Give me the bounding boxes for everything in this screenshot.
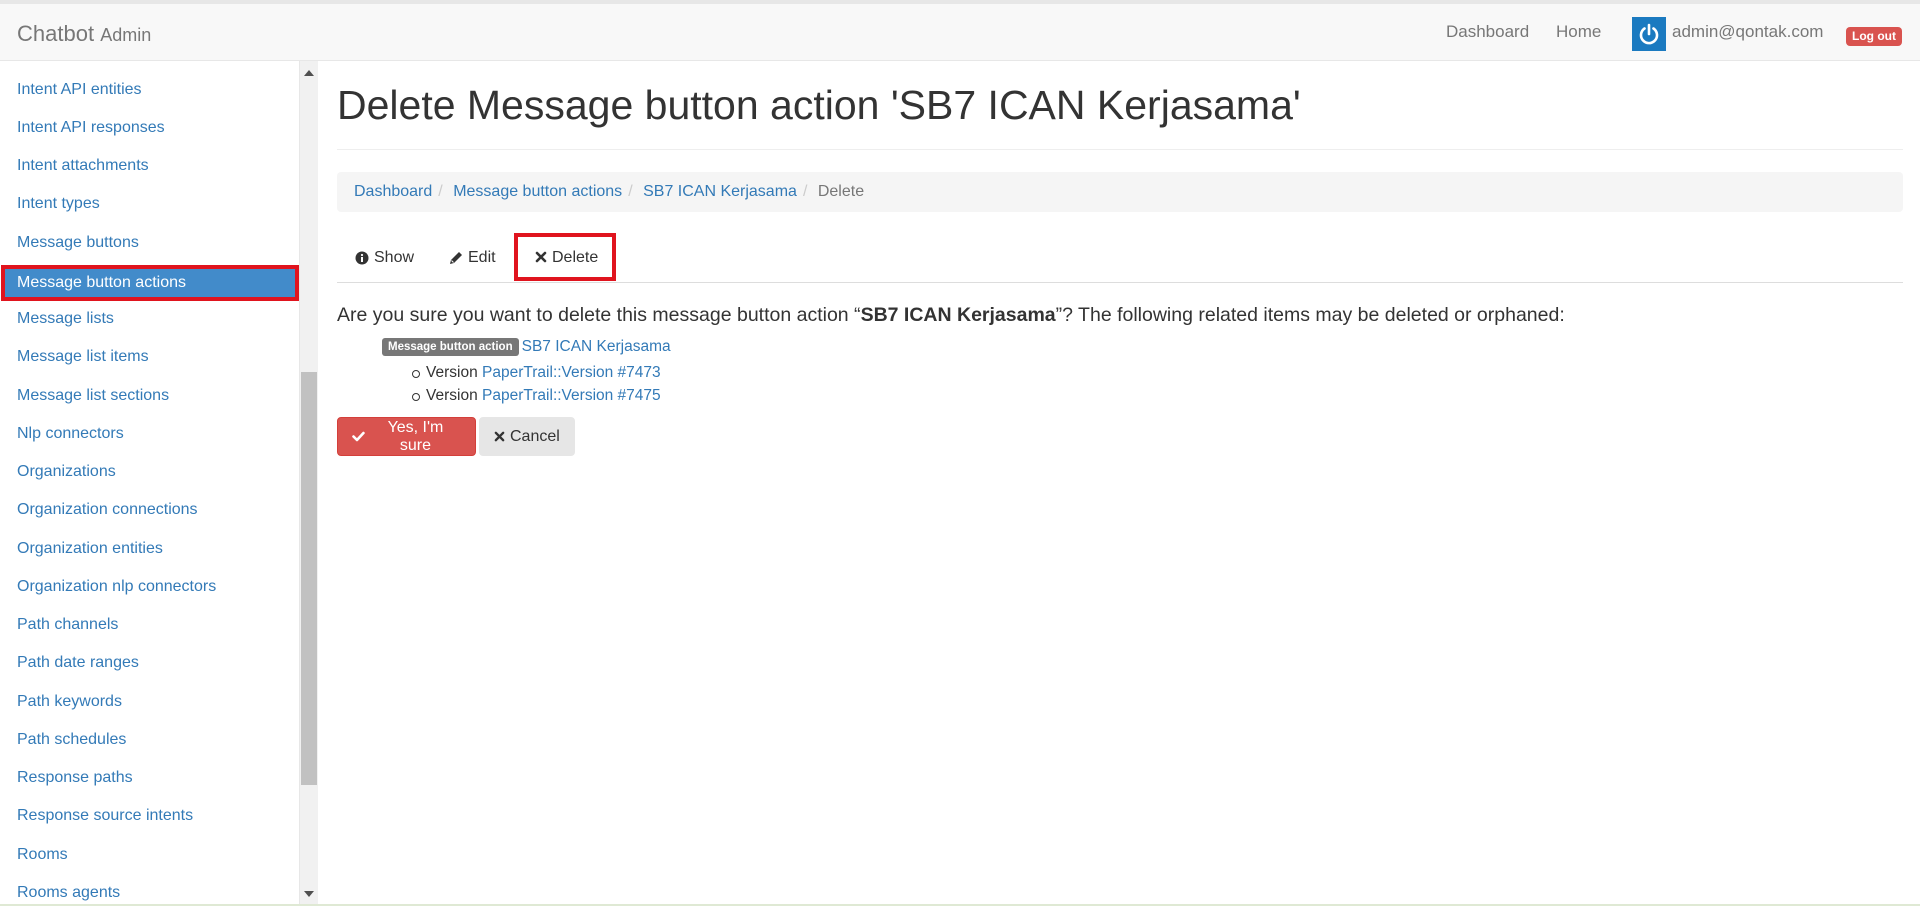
version-prefix: Version <box>426 364 478 381</box>
nav-home-link[interactable]: Home <box>1556 22 1601 42</box>
sidebar-item-path-channels[interactable]: Path channels <box>0 607 300 643</box>
sidebar-item-path-keywords[interactable]: Path keywords <box>0 684 300 720</box>
breadcrumb-record[interactable]: SB7 ICAN Kerjasama <box>643 183 797 200</box>
scroll-up-arrow-icon[interactable] <box>300 65 318 81</box>
tab-edit-label: Edit <box>468 249 496 266</box>
triangle-down-icon <box>304 891 314 897</box>
sidebar-item-intent-api-entities[interactable]: Intent API entities <box>0 72 300 108</box>
breadcrumb-separator: / <box>802 183 808 200</box>
version-link[interactable]: PaperTrail::Version #7473 <box>482 364 661 381</box>
confirm-suffix: ”? The following related items may be de… <box>1055 304 1565 326</box>
sidebar-item-message-list-sections[interactable]: Message list sections <box>0 378 300 414</box>
confirm-object-name: SB7 ICAN Kerjasama <box>860 304 1056 326</box>
sidebar-item-nlp-connectors[interactable]: Nlp connectors <box>0 416 300 452</box>
sidebar-item-message-buttons[interactable]: Message buttons <box>0 225 300 261</box>
info-circle-icon <box>355 251 369 264</box>
sidebar-item-rooms-agents[interactable]: Rooms agents <box>0 875 300 906</box>
brand-title: Chatbot <box>17 21 95 46</box>
sidebar: Intent API entities Intent API responses… <box>0 61 300 906</box>
sidebar-item-rooms[interactable]: Rooms <box>0 837 300 873</box>
close-icon <box>535 251 547 263</box>
tab-show[interactable]: Show <box>355 233 414 282</box>
sidebar-item-organization-connections[interactable]: Organization connections <box>0 492 300 528</box>
action-tabs: Show Edit Delete <box>337 233 1903 283</box>
breadcrumb-dashboard[interactable]: Dashboard <box>354 183 432 200</box>
related-versions-list: Version PaperTrail::Version #7473 Versio… <box>408 361 661 407</box>
breadcrumb-message-button-actions[interactable]: Message button actions <box>453 183 622 200</box>
brand-subtitle: Admin <box>100 25 152 45</box>
sidebar-item-response-source-intents[interactable]: Response source intents <box>0 798 300 834</box>
tab-edit[interactable]: Edit <box>449 233 496 282</box>
model-badge: Message button action <box>382 338 519 357</box>
tab-show-label: Show <box>374 249 415 266</box>
check-icon <box>352 431 365 442</box>
sidebar-item-organization-nlp-connectors[interactable]: Organization nlp connectors <box>0 569 300 605</box>
confirm-delete-label: Yes, I'm sure <box>387 418 444 454</box>
breadcrumb-separator: / <box>628 183 633 200</box>
sidebar-item-organizations[interactable]: Organizations <box>0 454 300 490</box>
breadcrumb-current: Delete <box>817 183 865 200</box>
tab-delete[interactable]: Delete <box>514 233 616 281</box>
sidebar-item-intent-attachments[interactable]: Intent attachments <box>0 148 300 184</box>
power-icon <box>1639 23 1659 45</box>
sidebar-item-organization-entities[interactable]: Organization entities <box>0 531 300 567</box>
scrollbar-thumb[interactable] <box>301 372 317 785</box>
confirm-prefix: Are you sure you want to delete this mes… <box>337 304 861 326</box>
pencil-icon <box>450 251 462 264</box>
sidebar-item-intent-api-responses[interactable]: Intent API responses <box>0 110 300 146</box>
close-icon <box>494 431 505 442</box>
title-divider <box>337 149 1903 150</box>
sidebar-item-message-lists[interactable]: Message lists <box>0 301 300 337</box>
related-object-link[interactable]: SB7 ICAN Kerjasama <box>522 338 671 355</box>
sidebar-item-path-date-ranges[interactable]: Path date ranges <box>0 645 300 681</box>
sidebar-item-intent-types[interactable]: Intent types <box>0 186 300 222</box>
top-navbar: Chatbot Admin Dashboard Home admin@qonta… <box>0 0 1920 61</box>
page-title: Delete Message button action 'SB7 ICAN K… <box>337 82 1301 128</box>
breadcrumb-separator: / <box>438 183 443 200</box>
scroll-down-arrow-icon[interactable] <box>300 886 318 902</box>
brand-link[interactable]: Chatbot Admin <box>17 21 151 47</box>
logout-button[interactable]: Log out <box>1846 27 1902 46</box>
version-prefix: Version <box>426 387 478 404</box>
sidebar-item-message-button-actions[interactable]: Message button actions <box>1 265 299 301</box>
delete-confirmation-text: Are you sure you want to delete this mes… <box>337 304 1565 327</box>
related-object: Message button action SB7 ICAN Kerjasama <box>382 338 671 357</box>
list-item: Version PaperTrail::Version #7475 <box>408 384 661 407</box>
cancel-label: Cancel <box>510 427 560 445</box>
list-item: Version PaperTrail::Version #7473 <box>408 361 661 384</box>
sidebar-scrollbar[interactable] <box>300 61 318 906</box>
sidebar-item-path-schedules[interactable]: Path schedules <box>0 722 300 758</box>
sidebar-item-response-paths[interactable]: Response paths <box>0 760 300 796</box>
avatar[interactable] <box>1632 17 1666 51</box>
version-link[interactable]: PaperTrail::Version #7475 <box>482 387 661 404</box>
tab-delete-label: Delete <box>552 248 599 266</box>
sidebar-item-message-list-items[interactable]: Message list items <box>0 339 300 375</box>
user-email[interactable]: admin@qontak.com <box>1672 22 1823 42</box>
nav-dashboard-link[interactable]: Dashboard <box>1446 22 1529 42</box>
breadcrumb: Dashboard / Message button actions / SB7 I… <box>337 172 1903 212</box>
confirm-delete-button[interactable]: Yes, I'm sure <box>337 417 476 456</box>
cancel-button[interactable]: Cancel <box>479 417 575 456</box>
triangle-up-icon <box>304 70 314 76</box>
